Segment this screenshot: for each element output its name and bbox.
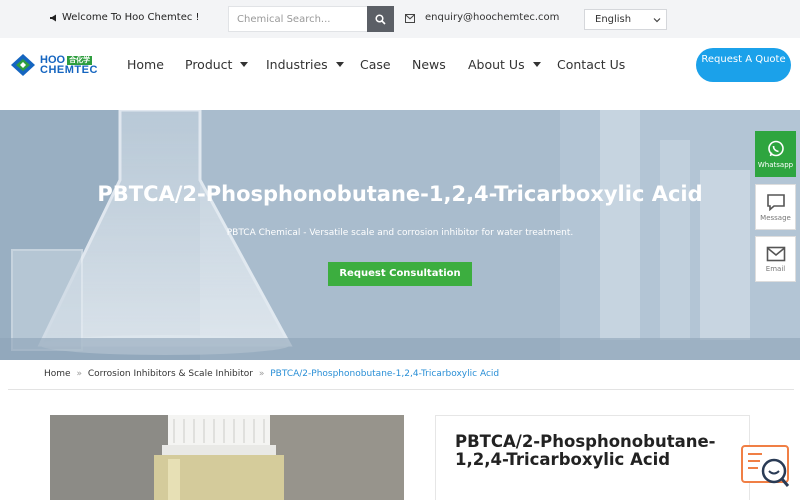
nav-about-us[interactable]: About Us [468, 57, 541, 72]
message-icon [766, 193, 785, 211]
envelope-icon [405, 14, 415, 23]
top-bar: Welcome To Hoo Chemtec ! enquiry@hoochem… [0, 0, 800, 38]
breadcrumb-current: PBTCA/2-Phosphonobutane-1,2,4-Tricarboxy… [270, 369, 500, 379]
breadcrumb: Home » Corrosion Inhibitors & Scale Inhi… [44, 369, 499, 379]
nav-case[interactable]: Case [360, 57, 391, 72]
product-image[interactable] [50, 415, 404, 500]
search-button[interactable] [367, 6, 394, 32]
breadcrumb-home[interactable]: Home [44, 369, 71, 379]
message-label: Message [760, 213, 791, 222]
search-input[interactable] [228, 6, 368, 32]
nav-contact-us[interactable]: Contact Us [557, 57, 625, 72]
email-side-label: Email [765, 264, 786, 273]
email-link[interactable]: enquiry@hoochemtec.com [425, 12, 559, 23]
breadcrumb-separator: » [258, 369, 265, 379]
logo[interactable]: HOO 合化学 CHEMTEC [10, 52, 98, 78]
nav-home-label: Home [127, 57, 164, 72]
logo-text-bottom: CHEMTEC [40, 64, 98, 76]
megaphone-icon [50, 14, 56, 21]
product-title: PBTCA/2-Phosphonobutane-1,2,4-Tricarboxy… [455, 432, 716, 469]
email-side-button[interactable]: Email [755, 236, 796, 282]
logo-mark-icon [11, 54, 35, 76]
chevron-down-icon [653, 18, 661, 23]
nav-product-label: Product [185, 57, 233, 72]
nav-about-us-label: About Us [468, 57, 525, 72]
live-chat-icon[interactable] [740, 444, 792, 490]
nav-contact-us-label: Contact Us [557, 57, 626, 72]
language-value: English [595, 14, 632, 25]
hero-subtitle: PBTCA Chemical - Versatile scale and cor… [226, 228, 574, 238]
nav-news[interactable]: News [412, 57, 446, 72]
caret-down-icon [335, 62, 344, 67]
nav-case-label: Case [360, 57, 391, 72]
breadcrumb-category[interactable]: Corrosion Inhibitors & Scale Inhibitor [88, 369, 253, 379]
whatsapp-button[interactable]: Whatsapp [755, 131, 796, 177]
product-bottle-image [50, 415, 404, 500]
welcome-text: Welcome To Hoo Chemtec ! [62, 12, 200, 23]
breadcrumb-separator: » [76, 369, 82, 379]
nav-product[interactable]: Product [185, 57, 249, 72]
nav-industries[interactable]: Industries [266, 57, 344, 72]
hero-title: PBTCA/2-Phosphonobutane-1,2,4-Tricarboxy… [97, 182, 703, 206]
language-select[interactable]: English [584, 9, 667, 30]
whatsapp-label: Whatsapp [757, 160, 794, 169]
hero-banner: PBTCA/2-Phosphonobutane-1,2,4-Tricarboxy… [0, 110, 800, 360]
welcome-message: Welcome To Hoo Chemtec ! [50, 12, 200, 23]
caret-down-icon [532, 62, 541, 67]
divider [8, 389, 794, 390]
nav-home[interactable]: Home [127, 57, 164, 72]
product-info-card: PBTCA/2-Phosphonobutane-1,2,4-Tricarboxy… [435, 415, 750, 500]
whatsapp-icon [767, 140, 784, 156]
nav-news-label: News [412, 57, 446, 72]
request-quote-button[interactable]: Request A Quote [696, 48, 791, 82]
request-consultation-button[interactable]: Request Consultation [328, 262, 472, 286]
search-icon [375, 13, 386, 25]
message-button[interactable]: Message [755, 184, 796, 230]
email-icon [766, 246, 785, 261]
caret-down-icon [240, 62, 249, 67]
nav-industries-label: Industries [266, 57, 328, 72]
